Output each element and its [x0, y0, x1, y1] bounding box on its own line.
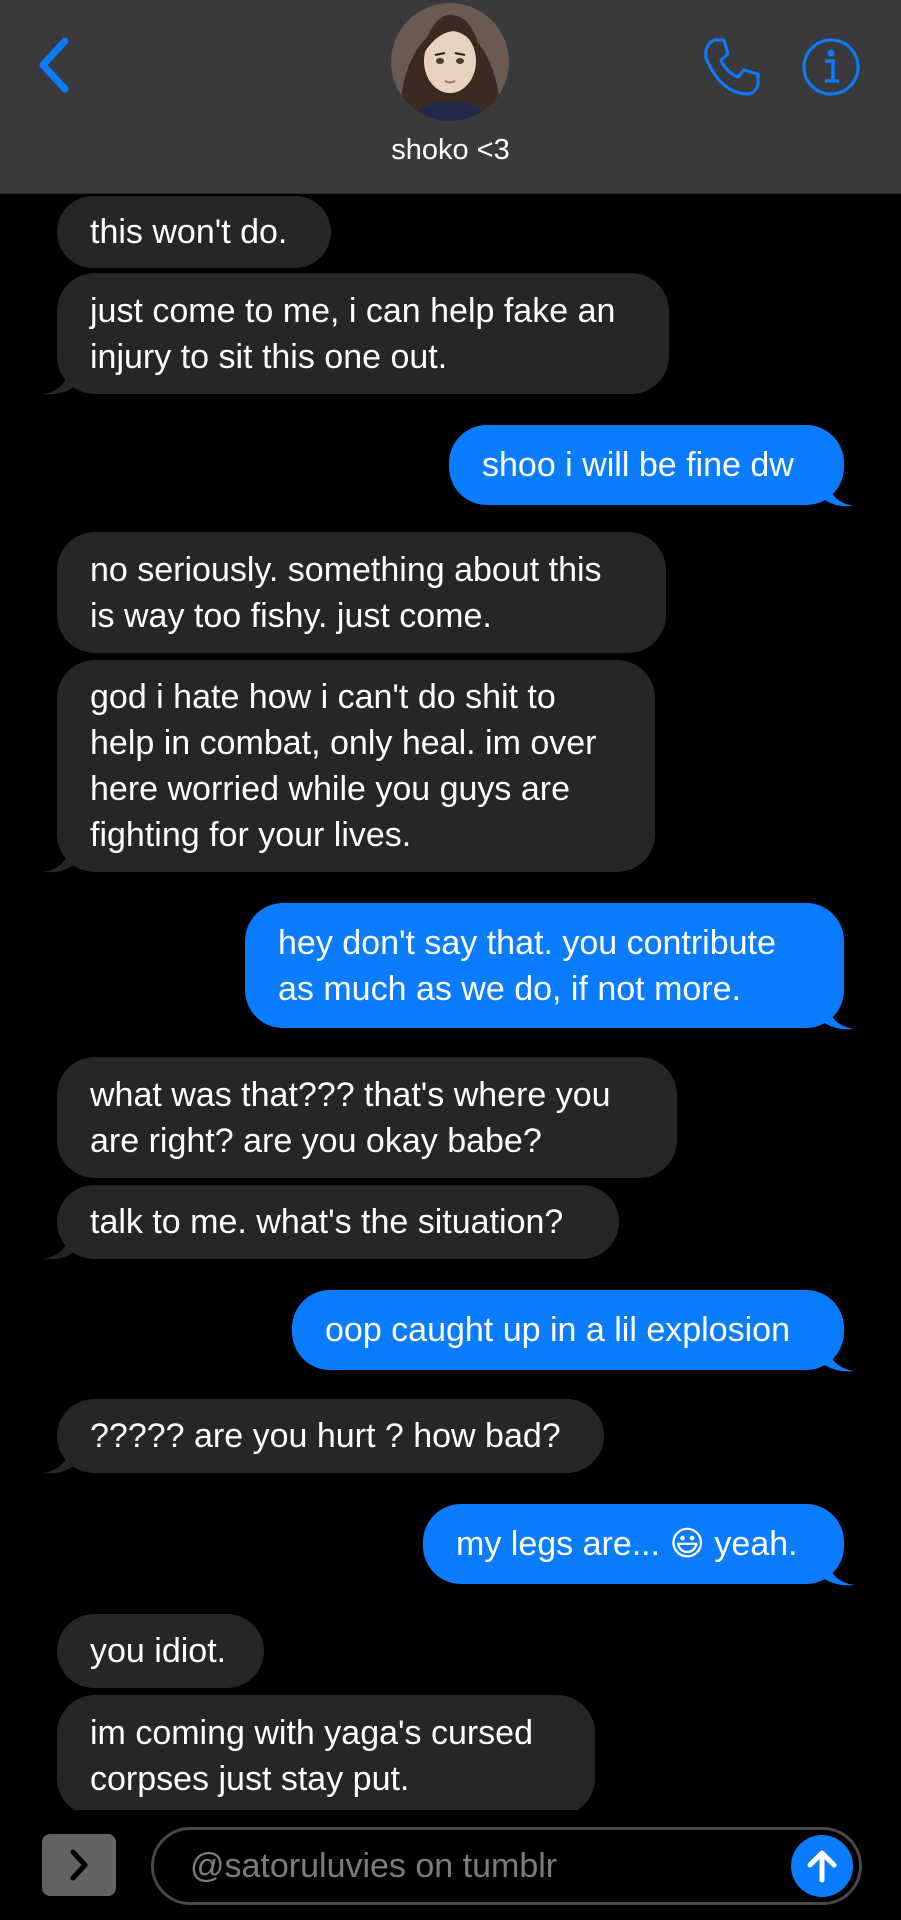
incoming-message[interactable]: talk to me. what's the situation?	[57, 1185, 619, 1259]
bubble-tail	[820, 1553, 854, 1586]
outgoing-message[interactable]: oop caught up in a lil explosion	[292, 1290, 844, 1370]
phone-icon	[704, 38, 760, 96]
message-thread[interactable]: this won't do. just come to me, i can he…	[0, 193, 901, 1816]
bubble-tail	[43, 840, 77, 873]
incoming-message[interactable]: you idiot.	[57, 1614, 264, 1688]
chevron-right-icon	[70, 1849, 88, 1881]
bubble-tail	[43, 1227, 77, 1260]
contact-name[interactable]: shoko <3	[0, 134, 901, 167]
incoming-message[interactable]: god i hate how i can't do shit to help i…	[57, 660, 655, 872]
bubble-tail	[43, 1441, 77, 1474]
message-input[interactable]: @satoruluvies on tumblr	[151, 1827, 862, 1905]
incoming-message[interactable]: im coming with yaga's cursed corpses jus…	[57, 1695, 595, 1816]
outgoing-message[interactable]: my legs are... 😃 yeah.	[423, 1504, 844, 1584]
info-button[interactable]	[800, 36, 862, 98]
contact-avatar[interactable]	[391, 3, 509, 121]
bubble-tail	[43, 362, 77, 395]
avatar-image	[391, 3, 509, 121]
chevron-left-icon	[39, 37, 69, 93]
bubble-tail	[820, 474, 854, 507]
incoming-message[interactable]: what was that??? that's where you are ri…	[57, 1057, 677, 1178]
bubble-tail	[820, 1339, 854, 1372]
outgoing-message[interactable]: shoo i will be fine dw	[449, 425, 844, 505]
apps-button[interactable]	[42, 1834, 116, 1896]
conversation-header: shoko <3	[0, 0, 901, 194]
incoming-message[interactable]: no seriously. something about this is wa…	[57, 532, 666, 653]
bubble-tail	[820, 997, 854, 1030]
back-button[interactable]	[30, 30, 80, 100]
outgoing-message[interactable]: hey don't say that. you contribute as mu…	[245, 903, 844, 1028]
send-button[interactable]	[791, 1835, 853, 1897]
phone-call-button[interactable]	[700, 36, 762, 98]
arrow-up-icon	[807, 1850, 837, 1883]
info-icon	[802, 38, 860, 96]
incoming-message[interactable]: just come to me, i can help fake an inju…	[57, 273, 669, 394]
incoming-message[interactable]: ????? are you hurt ? how bad?	[57, 1399, 604, 1473]
message-composer: @satoruluvies on tumblr	[0, 1810, 901, 1920]
incoming-message[interactable]: this won't do.	[57, 196, 331, 268]
